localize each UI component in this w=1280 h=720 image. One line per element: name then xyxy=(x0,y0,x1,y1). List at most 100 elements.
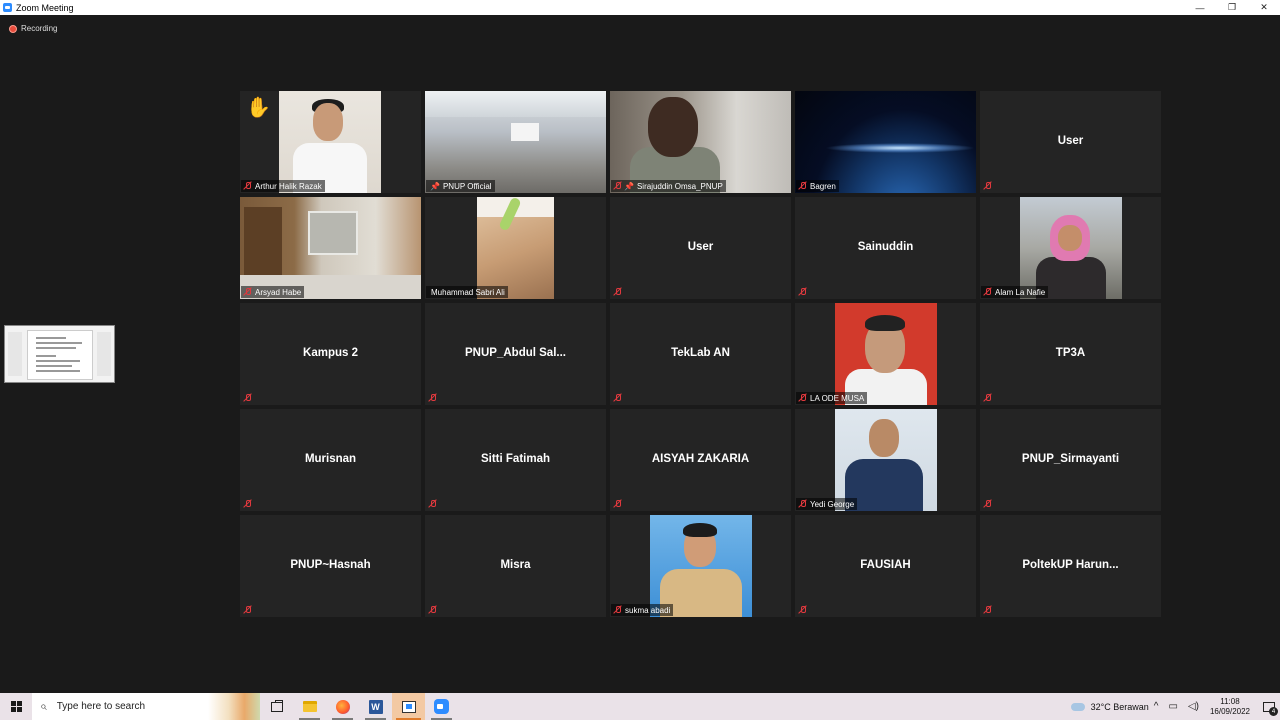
participant-tile[interactable]: Sitti Fatimah xyxy=(425,409,606,511)
search-highlight-image xyxy=(208,693,260,720)
tray-chevron-up-icon[interactable]: ^ xyxy=(1154,701,1159,712)
participant-display-name: PNUP~Hasnah xyxy=(290,559,371,571)
participant-nameplate: sukma abadi xyxy=(611,604,674,616)
mic-muted-icon xyxy=(983,393,992,403)
search-input[interactable] xyxy=(56,701,197,712)
mic-muted-icon xyxy=(428,605,437,615)
participant-tile[interactable]: 📌 Sirajuddin Omsa_PNUP xyxy=(610,91,791,193)
participant-video xyxy=(795,91,976,193)
task-view-button[interactable] xyxy=(260,693,293,720)
restore-button[interactable]: ❐ xyxy=(1216,0,1248,15)
participant-tile[interactable]: Arsyad Habe xyxy=(240,197,421,299)
mic-muted-icon xyxy=(428,499,437,509)
participant-nameplate: Arthur Halik Razak xyxy=(241,180,325,192)
participant-tile[interactable]: PNUP_Sirmayanti xyxy=(980,409,1161,511)
start-button[interactable] xyxy=(0,693,32,720)
mic-muted-icon xyxy=(798,181,807,191)
close-button[interactable]: ✕ xyxy=(1248,0,1280,15)
mic-muted-icon xyxy=(798,605,807,615)
participant-tile[interactable]: Misra xyxy=(425,515,606,617)
participant-tile[interactable]: AISYAH ZAKARIA xyxy=(610,409,791,511)
minimize-button[interactable]: — xyxy=(1184,0,1216,15)
weather-text[interactable]: 32°C Berawan xyxy=(1091,702,1149,712)
zoom-taskbar-button[interactable] xyxy=(425,693,458,720)
mic-muted-icon xyxy=(613,181,622,191)
mic-muted-icon xyxy=(243,393,252,403)
participant-tile[interactable]: Yedi George xyxy=(795,409,976,511)
notification-count-badge: 4 xyxy=(1269,707,1278,716)
participant-tile[interactable]: Bagren xyxy=(795,91,976,193)
window-title: Zoom Meeting xyxy=(16,2,74,13)
mic-muted-icon xyxy=(613,287,622,297)
participant-tile[interactable]: User xyxy=(980,91,1161,193)
participant-tile[interactable]: sukma abadi xyxy=(610,515,791,617)
participant-tile[interactable]: PNUP_Abdul Sal... xyxy=(425,303,606,405)
participant-tile[interactable]: PNUP~Hasnah xyxy=(240,515,421,617)
participant-display-name: User xyxy=(687,241,714,253)
participant-tile[interactable]: Sainuddin xyxy=(795,197,976,299)
participant-tile[interactable]: PoltekUP Harun... xyxy=(980,515,1161,617)
firefox-button[interactable] xyxy=(326,693,359,720)
participant-nameplate xyxy=(611,498,625,510)
mic-muted-icon xyxy=(243,287,252,297)
participant-tile[interactable]: Muhammad Sabri Ali xyxy=(425,197,606,299)
participant-nameplate: Muhammad Sabri Ali xyxy=(426,286,508,298)
participant-tile-active-speaker[interactable]: 📌 PNUP Official xyxy=(425,91,606,193)
file-explorer-button[interactable] xyxy=(293,693,326,720)
pin-icon: 📌 xyxy=(430,181,440,191)
participant-tile[interactable]: TP3A xyxy=(980,303,1161,405)
participant-nameplate: Bagren xyxy=(796,180,839,192)
word-button[interactable]: W xyxy=(359,693,392,720)
shared-screen-thumbnail[interactable] xyxy=(4,325,115,383)
participant-nameplate xyxy=(426,604,440,616)
participant-name: Arsyad Habe xyxy=(255,287,302,297)
screen-share-button[interactable] xyxy=(392,693,425,720)
participant-video xyxy=(425,91,606,193)
participant-nameplate xyxy=(796,286,810,298)
search-icon: ⌕ xyxy=(40,699,47,713)
participant-display-name: TP3A xyxy=(1055,347,1086,359)
mic-muted-icon xyxy=(613,605,622,615)
participant-nameplate: 📌 Sirajuddin Omsa_PNUP xyxy=(611,180,726,192)
participant-video xyxy=(1020,197,1122,299)
recording-indicator[interactable]: Recording xyxy=(9,24,57,33)
participant-tile[interactable]: FAUSIAH xyxy=(795,515,976,617)
participant-video xyxy=(279,91,381,193)
zoom-app-icon xyxy=(3,3,12,12)
thumbnail-sidebar xyxy=(8,332,22,376)
participant-name: Muhammad Sabri Ali xyxy=(431,287,505,297)
action-center-button[interactable]: 4 xyxy=(1258,693,1280,720)
participant-tile[interactable]: User xyxy=(610,197,791,299)
clock[interactable]: 11:08 16/09/2022 xyxy=(1210,697,1250,717)
participant-tile[interactable]: LA ODE MUSA xyxy=(795,303,976,405)
thumbnail-sidebar-right xyxy=(97,332,111,376)
weather-cloud-icon[interactable] xyxy=(1070,702,1085,711)
participant-nameplate xyxy=(796,604,810,616)
participant-tile[interactable]: Kampus 2 xyxy=(240,303,421,405)
windows-taskbar: ⌕ W 32°C Berawan ^ ▭ ◁) 11:08 16/09/2022… xyxy=(0,693,1280,720)
word-icon: W xyxy=(368,699,383,714)
volume-icon[interactable]: ◁) xyxy=(1188,701,1199,712)
recording-label: Recording xyxy=(21,24,58,33)
participant-tile[interactable]: TekLab AN xyxy=(610,303,791,405)
participant-nameplate xyxy=(426,498,440,510)
participant-video xyxy=(477,197,554,299)
participant-tile[interactable]: Alam La Nafie xyxy=(980,197,1161,299)
mic-muted-icon xyxy=(613,393,622,403)
network-icon[interactable]: ▭ xyxy=(1168,701,1177,712)
taskbar-search[interactable]: ⌕ xyxy=(32,693,260,720)
mic-muted-icon xyxy=(243,499,252,509)
participant-video xyxy=(835,409,937,511)
participant-nameplate xyxy=(981,392,995,404)
participant-tile[interactable]: Murisnan xyxy=(240,409,421,511)
participant-nameplate: Alam La Nafie xyxy=(981,286,1049,298)
thumbnail-document xyxy=(27,330,93,380)
participant-display-name: Murisnan xyxy=(304,453,357,465)
participant-tile[interactable]: ✋ Arthur Halik Razak xyxy=(240,91,421,193)
participant-name: Bagren xyxy=(810,181,836,191)
screen-share-icon xyxy=(401,700,416,713)
participant-nameplate xyxy=(611,392,625,404)
task-view-icon xyxy=(270,699,283,712)
folder-icon xyxy=(302,701,317,712)
participant-nameplate: LA ODE MUSA xyxy=(796,392,868,404)
